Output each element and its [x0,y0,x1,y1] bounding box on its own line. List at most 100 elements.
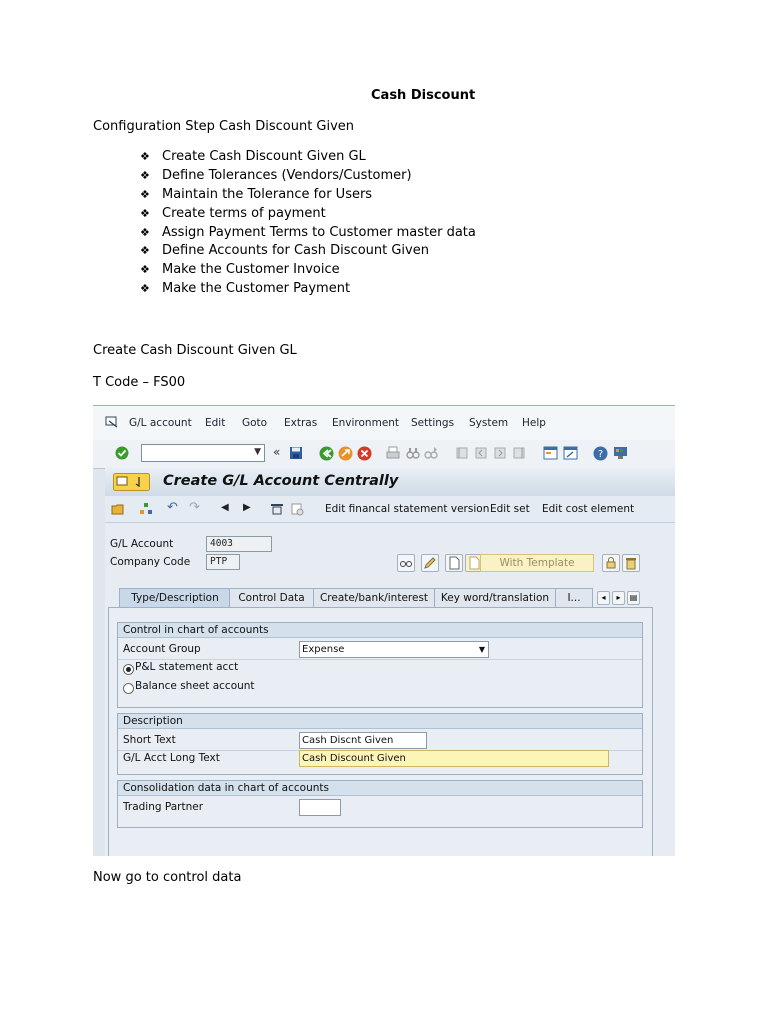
screen-title-bar: Create G/L Account Centrally [105,468,675,496]
create-button[interactable] [445,554,463,572]
menu-settings[interactable]: Settings [411,417,454,429]
step-text: Maintain the Tolerance for Users [162,186,373,202]
cancel-icon[interactable] [357,446,372,461]
undo-icon[interactable]: ↶ [167,500,178,515]
menu-goto[interactable]: Goto [242,417,267,429]
previous-icon[interactable]: ◀ [221,502,229,513]
display-change-button[interactable] [397,554,415,572]
trash-button[interactable] [622,554,640,572]
menu-bar: G/L account Edit Goto Extras Environment… [93,406,675,440]
footer-text: Now go to control data [93,870,242,885]
previous-page-icon[interactable] [474,446,488,460]
other-account-icon[interactable] [290,502,304,516]
dropdown-arrow-icon[interactable]: ▼ [479,642,485,657]
group-description: Description Short Text Cash Discnt Given… [117,713,643,775]
gl-account-label: G/L Account [110,538,174,550]
menu-icon[interactable] [105,416,119,428]
step-text: Make the Customer Invoice [162,262,340,278]
tab-type-description[interactable]: Type/Description [119,588,231,607]
next-page-icon[interactable] [493,446,507,460]
menu-gl-account[interactable]: G/L account [129,417,192,429]
lock-button[interactable] [602,554,620,572]
tab-create-bank-interest[interactable]: Create/bank/interest [313,588,435,607]
tab-more[interactable]: I... [555,588,593,607]
edit-cost-element-button[interactable]: Edit cost element [542,503,634,515]
tab-control-data[interactable]: Control Data [229,588,314,607]
list-item: ❖ Make the Customer Payment [140,280,476,299]
list-item: ❖ Define Accounts for Cash Discount Given [140,242,476,261]
list-item: ❖ Make the Customer Invoice [140,261,476,280]
menu-toggle-icon[interactable] [113,473,150,491]
company-code-label: Company Code [110,556,191,568]
list-item: ❖ Create terms of payment [140,205,476,224]
list-item: ❖ Maintain the Tolerance for Users [140,186,476,205]
hierarchy-icon[interactable] [139,502,153,516]
redo-icon[interactable]: ↷ [189,500,200,515]
application-toolbar: ↶ ↷ ◀ ▶ Edit financal statement version … [105,496,675,523]
first-page-icon[interactable] [455,446,469,460]
section-heading: Create Cash Discount Given GL [93,343,297,358]
long-text-input[interactable]: Cash Discount Given [299,750,609,767]
pencil-icon [424,557,436,569]
short-text-label: Short Text [123,734,176,746]
dropdown-arrow-icon[interactable]: ▼ [254,447,261,457]
menu-extras[interactable]: Extras [284,417,317,429]
list-item: ❖ Create Cash Discount Given GL [140,148,476,167]
diamond-bullet-icon: ❖ [140,168,150,182]
menu-system[interactable]: System [469,417,508,429]
open-folder-icon[interactable] [111,502,125,516]
help-icon[interactable]: ? [593,446,608,461]
exit-icon[interactable] [338,446,353,461]
gl-account-field[interactable]: 4003 [206,536,272,552]
intro-text: Configuration Step Cash Discount Given [93,119,355,134]
chevron-right-icon: ▸ [616,593,621,602]
menu-environment[interactable]: Environment [332,417,399,429]
lock-icon [606,557,616,569]
svg-text:?: ? [598,449,603,460]
tab-scroll-left-button[interactable]: ◂ [597,591,610,605]
company-code-field[interactable]: PTP [206,554,240,570]
trading-partner-input[interactable] [299,799,341,816]
account-group-value: Expense [302,644,345,655]
find-icon[interactable] [406,446,420,460]
enter-check-icon[interactable] [115,446,129,460]
glasses-pencil-icon [400,561,412,567]
tab-panel-type-description: Control in chart of accounts Account Gro… [108,607,653,856]
customize-layout-icon[interactable] [613,446,628,460]
short-text-input[interactable]: Cash Discnt Given [299,732,427,749]
group-consolidation: Consolidation data in chart of accounts … [117,780,643,828]
tab-scroll-right-button[interactable]: ▸ [612,591,625,605]
menu-edit[interactable]: Edit [205,417,225,429]
tab-list-button[interactable]: ▤ [627,591,640,605]
diamond-bullet-icon: ❖ [140,244,150,258]
command-field[interactable]: ▼ [141,444,265,462]
diamond-bullet-icon: ❖ [140,187,150,201]
group-header: Description [118,714,642,729]
step-text: Make the Customer Payment [162,281,351,297]
balance-sheet-radio[interactable] [123,683,134,694]
menu-help[interactable]: Help [522,417,546,429]
with-template-button[interactable]: With Template [480,554,594,572]
tab-key-word-translation[interactable]: Key word/translation [434,588,556,607]
print-icon[interactable] [386,446,400,460]
save-icon[interactable] [289,446,303,460]
find-next-icon[interactable] [424,446,438,460]
edit-fs-version-button[interactable]: Edit financal statement version [325,503,489,515]
shortcut-icon[interactable] [563,446,578,460]
delete-icon[interactable] [270,502,284,516]
new-session-icon[interactable] [543,446,558,460]
last-page-icon[interactable] [512,446,526,460]
diamond-bullet-icon: ❖ [140,225,150,239]
back-icon[interactable] [319,446,334,461]
next-icon[interactable]: ▶ [243,502,251,513]
account-group-select[interactable]: Expense ▼ [299,641,489,658]
group-header: Consolidation data in chart of accounts [118,781,642,796]
trash-icon [626,558,636,570]
balance-sheet-label: Balance sheet account [135,680,255,692]
change-button[interactable] [421,554,439,572]
pl-statement-radio[interactable] [123,664,134,675]
diamond-bullet-icon: ❖ [140,263,150,277]
trading-partner-label: Trading Partner [123,801,204,813]
double-chevron-left-icon[interactable]: « [273,445,280,459]
edit-set-button[interactable]: Edit set [490,503,530,515]
